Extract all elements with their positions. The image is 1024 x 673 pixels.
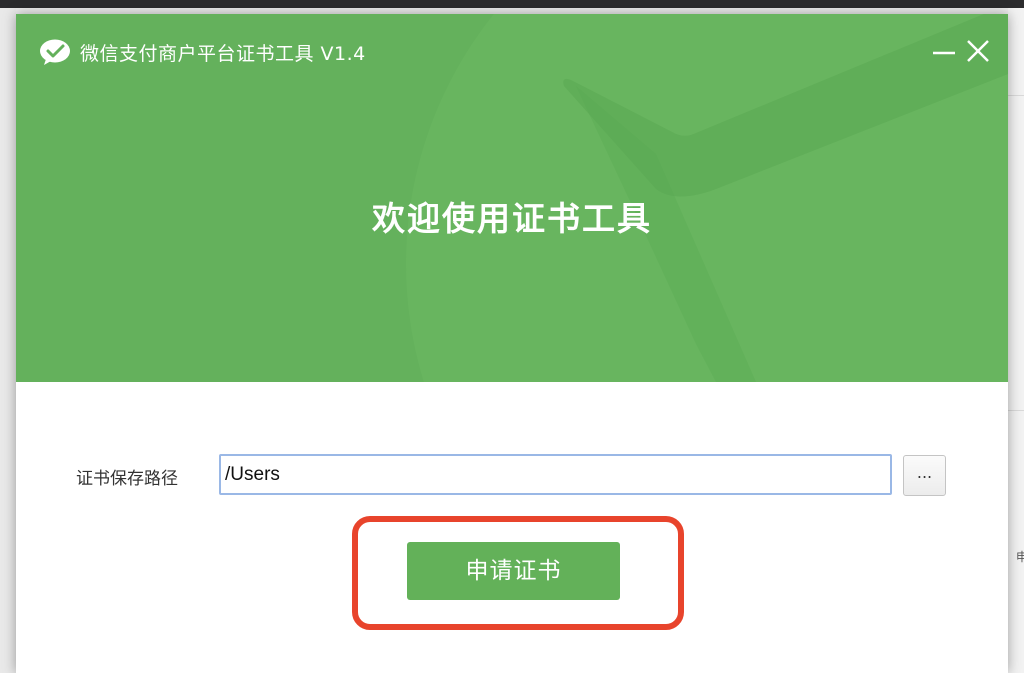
background-window-right [1008, 8, 1024, 673]
save-path-label: 证书保存路径 [76, 469, 178, 489]
header-banner: 微信支付商户平台证书工具 V1.4 欢迎使用证书工具 [16, 14, 1008, 382]
close-button[interactable] [963, 36, 993, 66]
background-divider [1008, 410, 1024, 411]
minimize-button[interactable] [929, 36, 959, 66]
save-path-input[interactable] [219, 454, 892, 495]
background-text: 申 [1016, 550, 1024, 564]
apply-certificate-button[interactable]: 申请证书 [407, 542, 620, 600]
window-title: 微信支付商户平台证书工具 V1.4 [80, 42, 366, 65]
wechat-logo-icon [40, 39, 70, 65]
minimize-icon [933, 51, 955, 55]
welcome-heading: 欢迎使用证书工具 [372, 199, 652, 238]
background-window-left [0, 8, 16, 673]
title-bar: 微信支付商户平台证书工具 V1.4 [38, 36, 366, 68]
screen: 申 微信支付商户平台证书工具 V1.4 欢迎使用证书工具 证书保存路径 /Use… [0, 0, 1024, 673]
menu-bar-strip [0, 0, 1024, 8]
background-divider [1008, 95, 1024, 96]
browse-button[interactable]: ... [903, 455, 946, 496]
close-icon [967, 40, 989, 62]
certificate-tool-window: 微信支付商户平台证书工具 V1.4 欢迎使用证书工具 证书保存路径 ... 申请… [16, 14, 1008, 673]
